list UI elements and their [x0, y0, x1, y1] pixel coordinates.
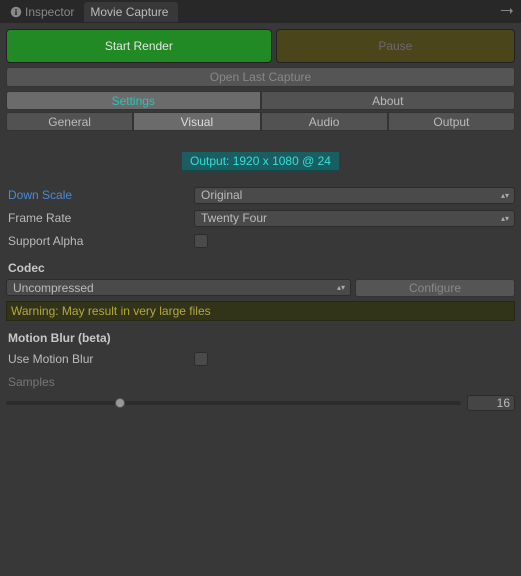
pause-button[interactable]: Pause [276, 29, 515, 63]
tab-general[interactable]: General [6, 112, 133, 131]
configure-label: Configure [409, 281, 461, 295]
chevron-updown-icon: ▴▾ [336, 280, 346, 295]
tab-about-label: About [372, 94, 403, 108]
samples-label: Samples [6, 375, 194, 389]
output-banner: Output: 1920 x 1080 @ 24 [6, 151, 515, 171]
sub-tab-strip: General Visual Audio Output [6, 112, 515, 131]
codec-row: Uncompressed ▴▾ Configure [6, 279, 515, 297]
slider-thumb[interactable] [115, 398, 125, 408]
support-alpha-field: Support Alpha [6, 231, 515, 251]
frame-rate-value: Twenty Four [201, 211, 267, 225]
open-last-capture-button[interactable]: Open Last Capture [6, 67, 515, 87]
support-alpha-label: Support Alpha [6, 234, 194, 248]
down-scale-field: Down Scale Original ▴▾ [6, 185, 515, 205]
frame-rate-label: Frame Rate [6, 211, 194, 225]
chevron-updown-icon: ▴▾ [500, 188, 510, 203]
tab-visual[interactable]: Visual [133, 112, 260, 131]
render-button-row: Start Render Pause [6, 29, 515, 63]
tab-about[interactable]: About [261, 91, 516, 110]
frame-rate-field: Frame Rate Twenty Four ▴▾ [6, 208, 515, 228]
panel-menu-icon[interactable] [493, 5, 521, 19]
tab-output-label: Output [433, 115, 469, 129]
samples-field: Samples [6, 372, 515, 392]
down-scale-value: Original [201, 188, 242, 202]
motion-blur-heading: Motion Blur (beta) [6, 331, 515, 345]
slider-track [6, 401, 461, 405]
use-motion-blur-label: Use Motion Blur [6, 352, 194, 366]
tab-settings[interactable]: Settings [6, 91, 261, 110]
support-alpha-checkbox[interactable] [194, 234, 208, 248]
tab-audio[interactable]: Audio [261, 112, 388, 131]
panel-content: Start Render Pause Open Last Capture Set… [0, 23, 521, 423]
chevron-updown-icon: ▴▾ [500, 211, 510, 226]
tab-audio-label: Audio [309, 115, 340, 129]
codec-heading: Codec [6, 261, 515, 275]
tab-movie-capture-label: Movie Capture [90, 5, 168, 19]
samples-slider[interactable] [6, 396, 461, 410]
start-render-label: Start Render [105, 39, 173, 53]
down-scale-label: Down Scale [6, 188, 194, 202]
window-tab-bar: Inspector Movie Capture [0, 0, 521, 23]
tab-output[interactable]: Output [388, 112, 515, 131]
configure-button[interactable]: Configure [355, 279, 515, 297]
pause-label: Pause [378, 39, 412, 53]
main-tab-strip: Settings About [6, 91, 515, 110]
samples-value[interactable]: 16 [467, 395, 515, 411]
start-render-button[interactable]: Start Render [6, 29, 272, 63]
codec-warning: Warning: May result in very large files [6, 301, 515, 321]
tab-movie-capture[interactable]: Movie Capture [84, 2, 178, 22]
samples-slider-row: 16 [6, 395, 515, 411]
frame-rate-dropdown[interactable]: Twenty Four ▴▾ [194, 210, 515, 227]
open-last-capture-label: Open Last Capture [210, 70, 311, 84]
tab-settings-label: Settings [112, 94, 155, 108]
codec-value: Uncompressed [13, 281, 94, 295]
output-banner-text: Output: 1920 x 1080 @ 24 [181, 151, 340, 171]
use-motion-blur-checkbox[interactable] [194, 352, 208, 366]
use-motion-blur-field: Use Motion Blur [6, 349, 515, 369]
info-icon [10, 6, 22, 18]
tab-general-label: General [48, 115, 91, 129]
down-scale-dropdown[interactable]: Original ▴▾ [194, 187, 515, 204]
tab-visual-label: Visual [181, 115, 213, 129]
tab-inspector-label: Inspector [25, 5, 74, 19]
codec-dropdown[interactable]: Uncompressed ▴▾ [6, 279, 351, 296]
tab-inspector[interactable]: Inspector [4, 2, 84, 22]
